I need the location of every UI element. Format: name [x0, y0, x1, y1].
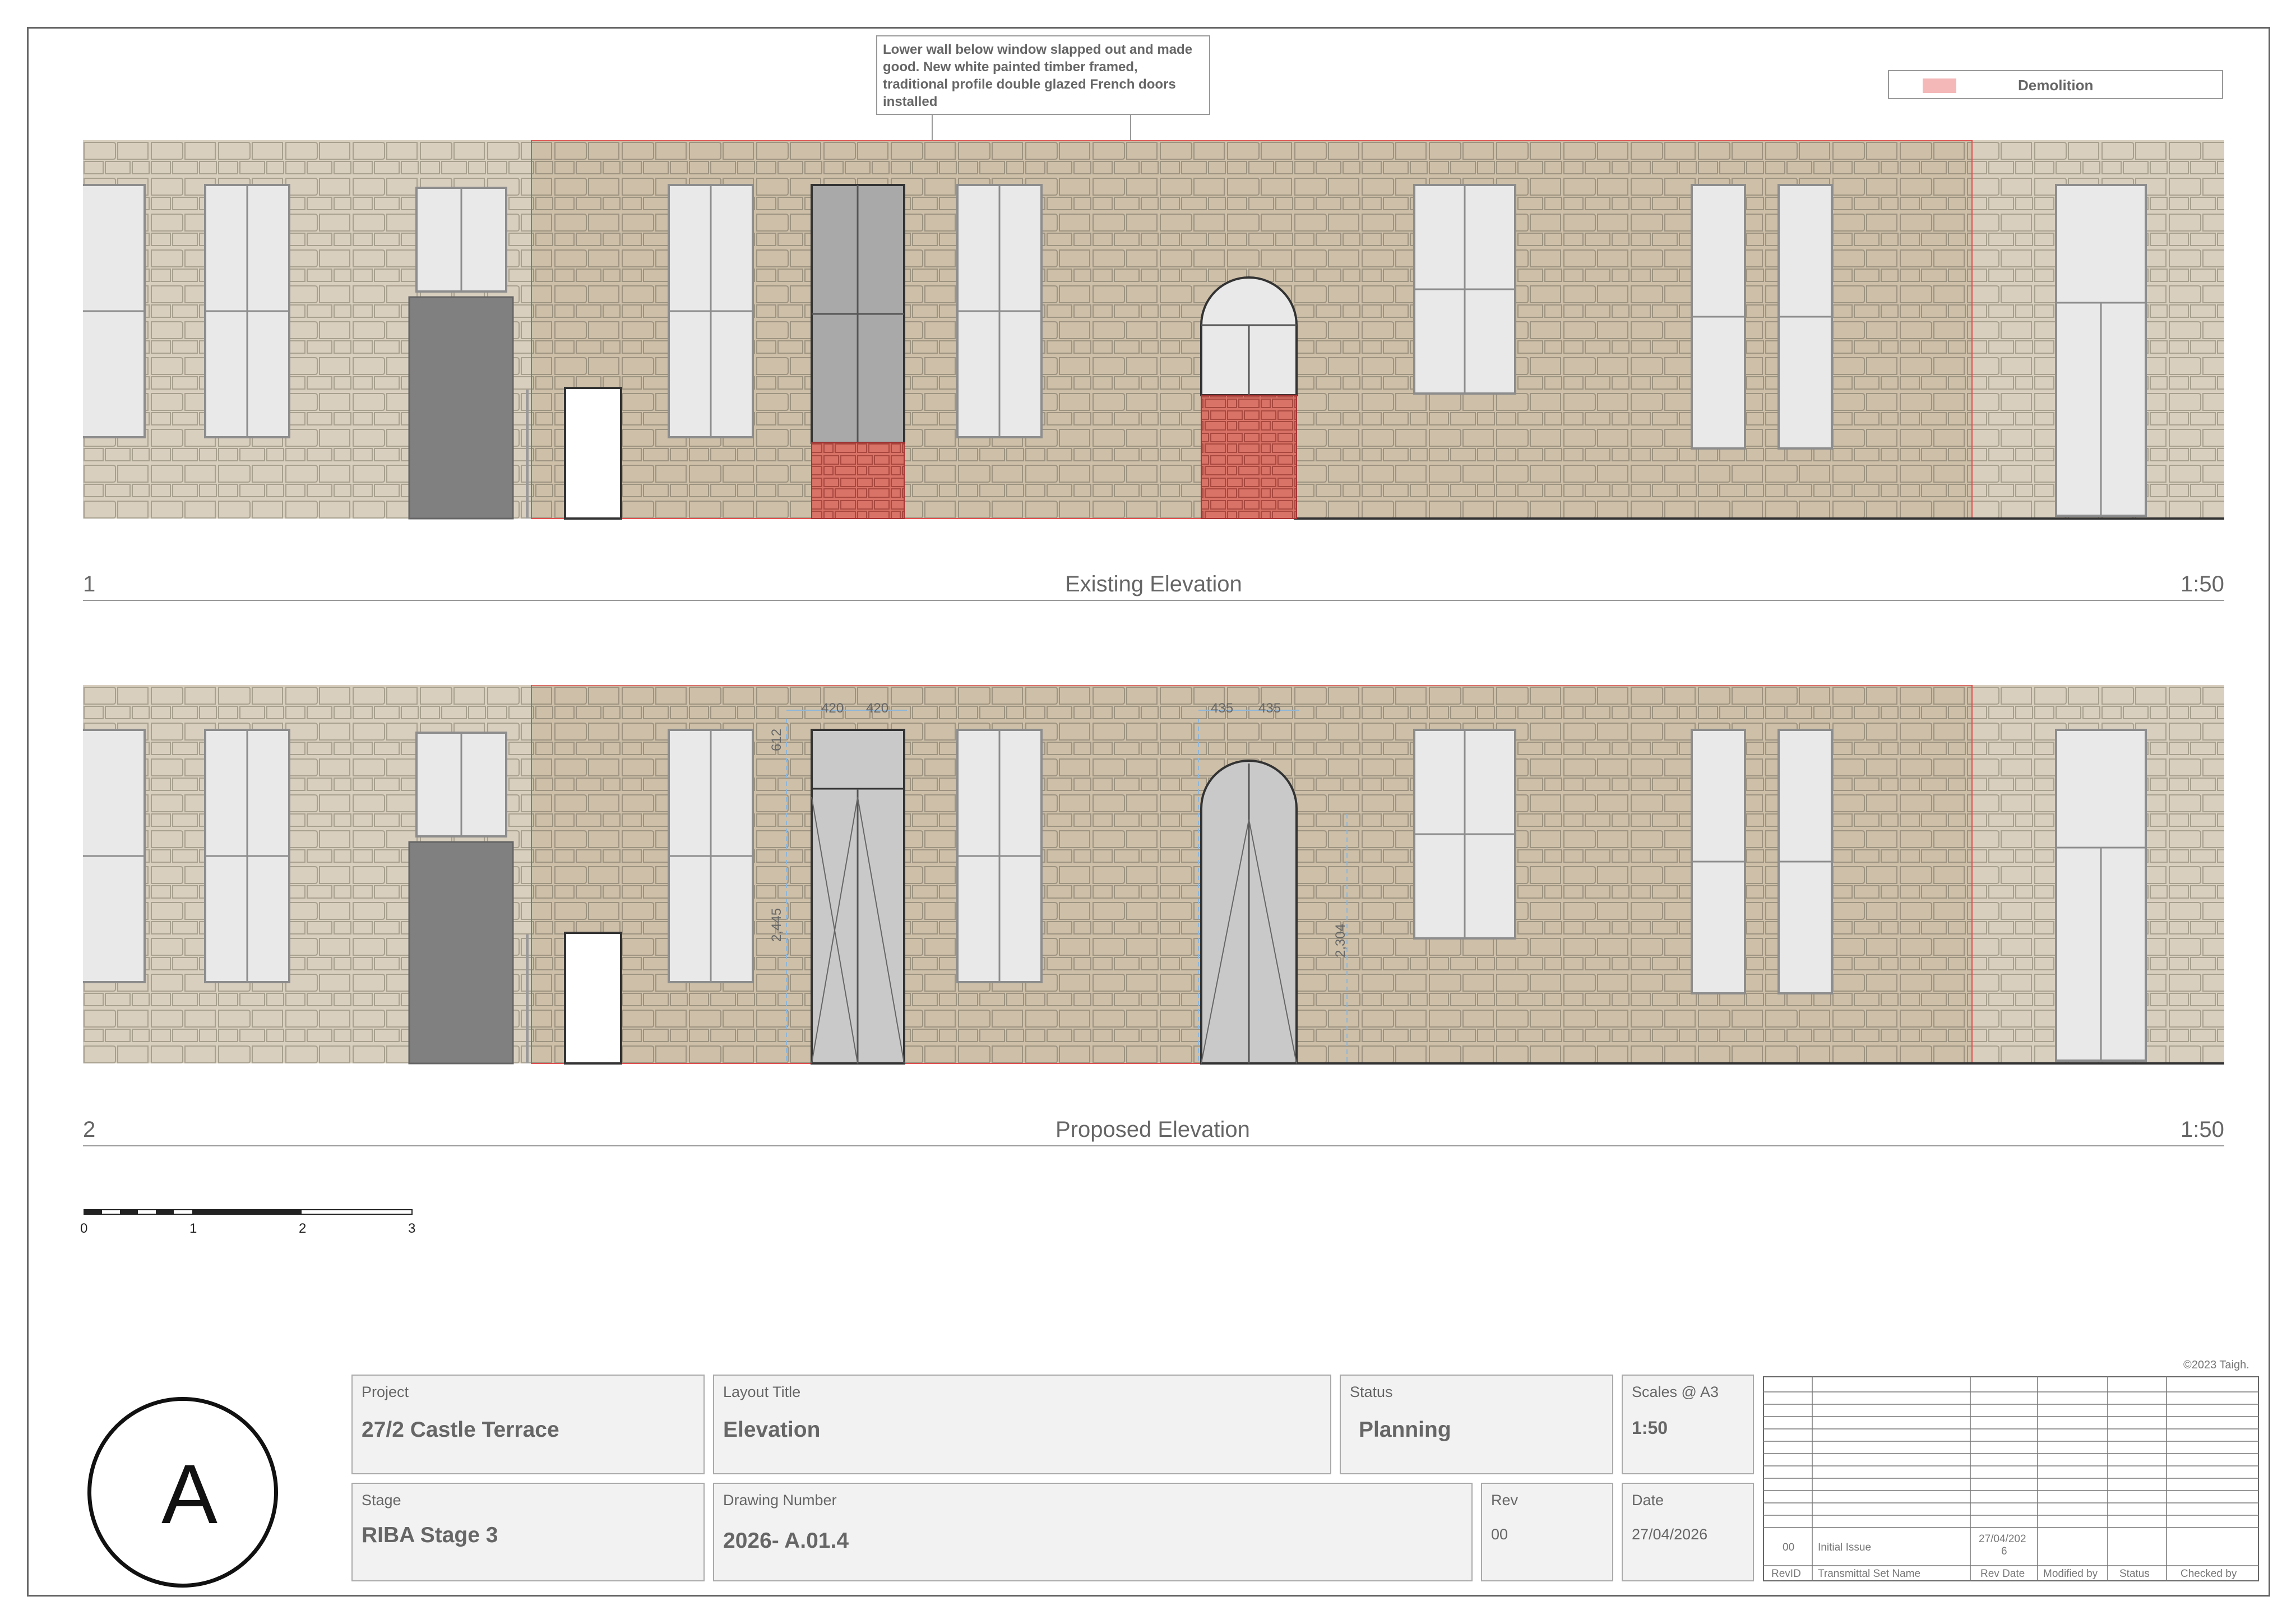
- logo-glyph: A: [161, 1447, 218, 1541]
- view-number-proposed: 2: [83, 1117, 96, 1142]
- title-block-status: Status Planning: [1340, 1375, 1613, 1474]
- revision-row-date-line1: 27/04/202: [1979, 1533, 2026, 1545]
- existing-elevation-drawing: [83, 140, 2224, 520]
- scale-bar-label-0: 0: [80, 1221, 88, 1236]
- dimension-612: 612: [769, 728, 784, 751]
- title-block-project: Project 27/2 Castle Terrace: [351, 1375, 705, 1474]
- status-label: Status: [1350, 1384, 1393, 1400]
- view-scale-existing: 1:50: [2181, 572, 2224, 596]
- revision-row-date-line2: 6: [2001, 1546, 2007, 1557]
- copyright: ©2023 Taigh.: [2183, 1359, 2249, 1371]
- annotation-note: Lower wall below window slapped out and …: [876, 35, 1210, 115]
- drawing-number-label: Drawing Number: [723, 1492, 837, 1509]
- proposed-elevation-drawing: [83, 685, 2224, 1065]
- view-number-existing: 1: [83, 572, 96, 596]
- legend-swatch-demolition: [1923, 78, 1956, 93]
- scales-value: 1:50: [1632, 1418, 1668, 1438]
- title-block-scales: Scales @ A3 1:50: [1622, 1375, 1754, 1474]
- title-block-stage: Stage RIBA Stage 3: [351, 1483, 705, 1581]
- dimension-435-left: 435: [1211, 701, 1234, 716]
- company-logo: A: [87, 1397, 278, 1588]
- scales-label: Scales @ A3: [1632, 1384, 1719, 1400]
- revision-row-id: 00: [1783, 1542, 1795, 1553]
- revision-header-status: Status: [2119, 1568, 2150, 1580]
- title-block-drawing-number: Drawing Number 2026- A.01.4: [713, 1483, 1473, 1581]
- title-block-date: Date 27/04/2026: [1622, 1483, 1754, 1581]
- project-label: Project: [362, 1384, 409, 1400]
- scale-bar-label-1: 1: [189, 1221, 197, 1236]
- revision-table: 00 Initial Issue 27/04/202 6 RevID Trans…: [1763, 1376, 2259, 1581]
- legend-label: Demolition: [2018, 77, 2094, 94]
- date-label: Date: [1632, 1492, 1664, 1509]
- scale-bar: [84, 1209, 413, 1215]
- date-value: 27/04/2026: [1632, 1526, 1708, 1543]
- rev-label: Rev: [1491, 1492, 1519, 1509]
- status-value: Planning: [1359, 1418, 1451, 1442]
- scale-bar-label-3: 3: [408, 1221, 416, 1236]
- revision-header-set-name: Transmittal Set Name: [1818, 1568, 1921, 1580]
- revision-header-revid: RevID: [1771, 1568, 1801, 1580]
- revision-header-checked-by: Checked by: [2181, 1568, 2237, 1580]
- stage-value: RIBA Stage 3: [362, 1523, 498, 1547]
- view-title-existing: Existing Elevation: [1065, 572, 1242, 596]
- title-block-layout: Layout Title Elevation: [713, 1375, 1331, 1474]
- dimension-2445: 2,445: [769, 908, 784, 942]
- drawing-number-value: 2026- A.01.4: [723, 1529, 849, 1553]
- legend: Demolition: [1888, 70, 2223, 99]
- dimension-2304: 2,304: [1333, 923, 1348, 957]
- dimension-435-right: 435: [1258, 701, 1281, 716]
- stage-label: Stage: [362, 1492, 401, 1509]
- layout-label: Layout Title: [723, 1384, 801, 1400]
- rev-value: 00: [1491, 1526, 1508, 1543]
- view-rule-proposed: [83, 1145, 2224, 1146]
- dimension-420-left: 420: [821, 701, 844, 716]
- view-title-proposed: Proposed Elevation: [1056, 1117, 1250, 1142]
- layout-value: Elevation: [723, 1418, 821, 1442]
- scale-bar-label-2: 2: [299, 1221, 307, 1236]
- revision-header-rev-date: Rev Date: [1980, 1568, 2025, 1580]
- dimension-420-right: 420: [866, 701, 889, 716]
- project-value: 27/2 Castle Terrace: [362, 1418, 559, 1442]
- view-scale-proposed: 1:50: [2181, 1117, 2224, 1142]
- revision-header-modified-by: Modified by: [2043, 1568, 2098, 1580]
- revision-row-name: Initial Issue: [1818, 1542, 1872, 1553]
- view-rule-existing: [83, 600, 2224, 601]
- title-block-rev: Rev 00: [1481, 1483, 1613, 1581]
